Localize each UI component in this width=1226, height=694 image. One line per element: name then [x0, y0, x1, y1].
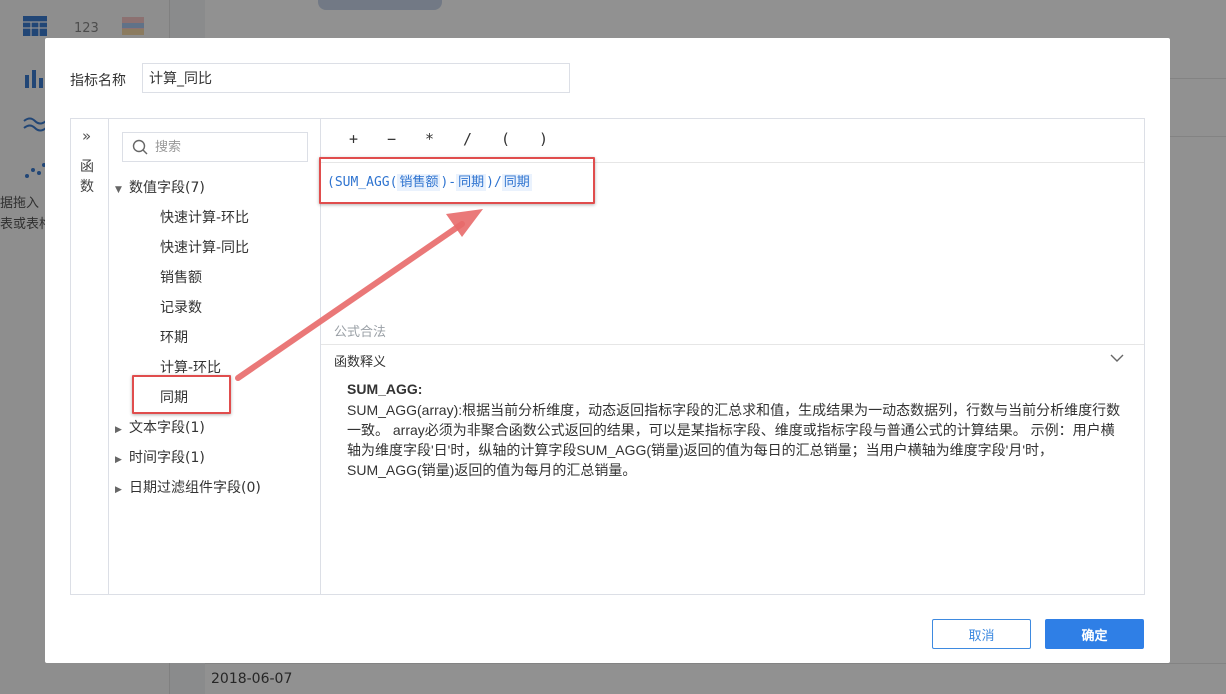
tree-item-quick-yoy[interactable]: 快速计算-同比: [160, 237, 249, 257]
search-input[interactable]: [155, 137, 300, 157]
function-description: SUM_AGG(array):根据当前分析维度，动态返回指标字段的汇总求和值，生…: [347, 402, 1121, 478]
tree-group-numeric[interactable]: ▼ 数值字段(7): [115, 177, 205, 197]
search-icon: [132, 139, 148, 155]
tree-group-label: 日期过滤组件字段(0): [129, 480, 261, 496]
caret-right-icon[interactable]: ▶: [115, 485, 125, 495]
field-panel: ▼ 数值字段(7) 快速计算-环比 快速计算-同比 销售额 记录数 环期 计算-环…: [109, 119, 321, 594]
tree-item-record-count[interactable]: 记录数: [160, 297, 202, 317]
minus-operator-button[interactable]: −: [387, 130, 425, 148]
function-explain-title: 函数释义: [334, 355, 387, 370]
tree-item-prev-period[interactable]: 环期: [160, 327, 188, 347]
tree-group-text[interactable]: ▶ 文本字段(1): [115, 417, 205, 437]
double-chevron-right-icon[interactable]: »: [82, 127, 91, 145]
tree-group-label: 时间字段(1): [129, 450, 205, 466]
tree-item-sales[interactable]: 销售额: [160, 267, 202, 287]
formula-highlight-box: [319, 157, 595, 204]
confirm-button[interactable]: 确定: [1045, 619, 1144, 649]
divide-operator-button[interactable]: /: [463, 130, 501, 148]
close-paren-button[interactable]: ): [539, 130, 577, 148]
divider: [321, 344, 1144, 345]
caret-right-icon[interactable]: ▶: [115, 455, 125, 465]
metric-name-label: 指标名称: [70, 73, 126, 89]
open-paren-button[interactable]: (: [501, 130, 539, 148]
function-panel-label: 函数: [80, 159, 94, 195]
caret-down-icon[interactable]: ▼: [115, 185, 125, 195]
formula-status: 公式合法: [334, 325, 387, 340]
plus-operator-button[interactable]: +: [349, 130, 387, 148]
multiply-operator-button[interactable]: *: [425, 130, 463, 148]
formula-dialog: 指标名称 » 函数 ▼ 数值字段(7) 快速计算-环比 快速计算-同比 销售额 记…: [45, 38, 1170, 663]
tree-group-label: 数值字段(7): [129, 180, 205, 196]
function-panel-toggle[interactable]: » 函数: [71, 119, 109, 594]
tree-item-calc-mom[interactable]: 计算-环比: [160, 357, 221, 377]
metric-name-input[interactable]: [142, 63, 570, 93]
field-highlight-box: [132, 375, 231, 414]
tree-group-date-filter[interactable]: ▶ 日期过滤组件字段(0): [115, 477, 261, 497]
field-search[interactable]: [122, 132, 308, 162]
tree-group-time[interactable]: ▶ 时间字段(1): [115, 447, 205, 467]
formula-editor: » 函数 ▼ 数值字段(7) 快速计算-环比 快速计算-同比 销售额 记录数 环期…: [70, 118, 1145, 595]
caret-right-icon[interactable]: ▶: [115, 425, 125, 435]
function-name: SUM_AGG:: [347, 381, 423, 397]
operator-toolbar: + − * /(): [349, 130, 577, 148]
cancel-button[interactable]: 取消: [932, 619, 1031, 649]
chevron-down-icon[interactable]: [1110, 351, 1124, 365]
tree-group-label: 文本字段(1): [129, 420, 205, 436]
tree-item-quick-mom[interactable]: 快速计算-环比: [160, 207, 249, 227]
